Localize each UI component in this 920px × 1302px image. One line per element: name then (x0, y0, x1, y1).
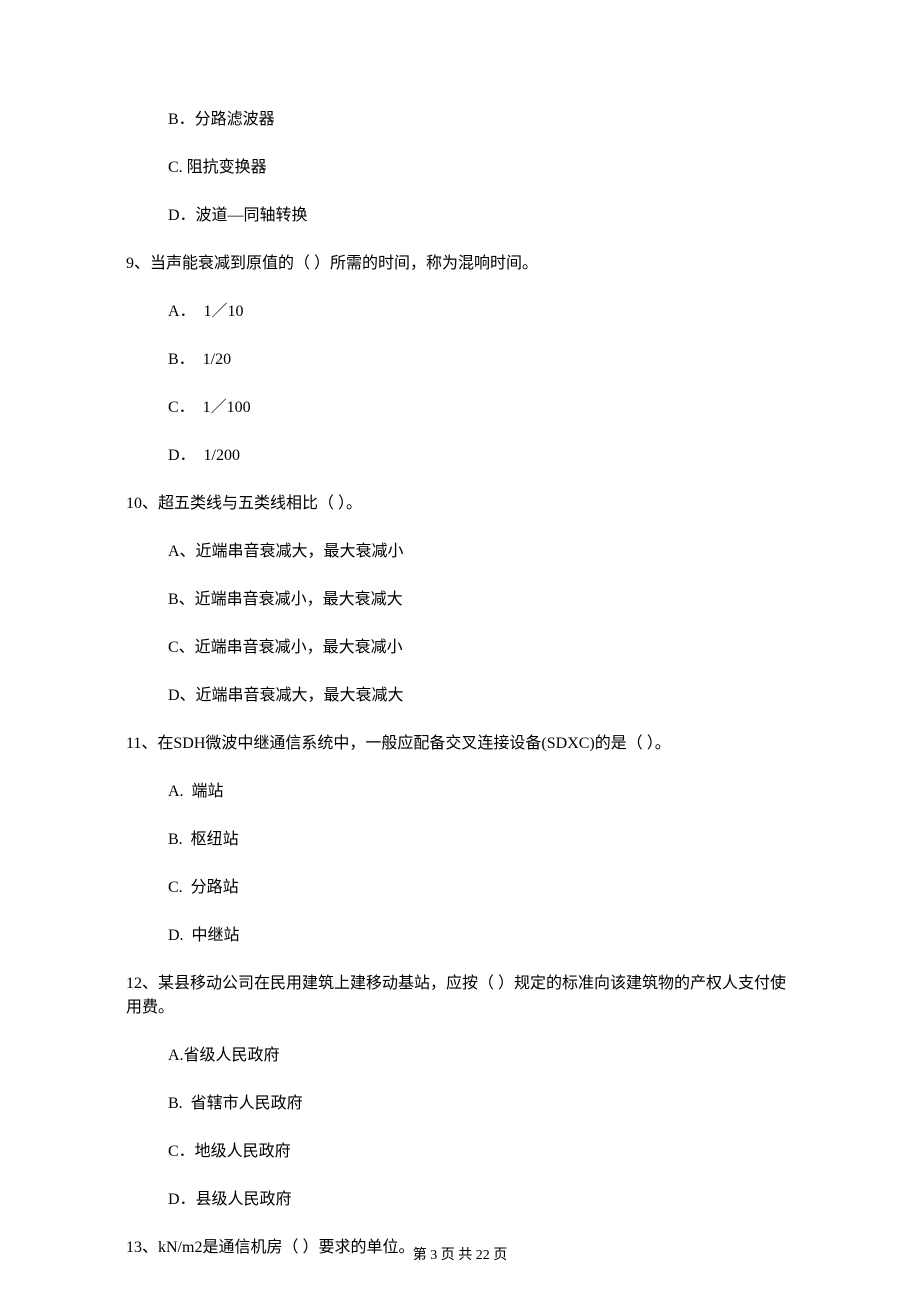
q10-option-b: B、近端串音衰减小，最大衰减大 (126, 588, 794, 612)
option-text: B、近端串音衰减小，最大衰减大 (168, 591, 403, 608)
q8-option-b: B．分路滤波器 (126, 108, 794, 132)
q11-option-b: B. 枢纽站 (126, 828, 794, 852)
q10-text: 10、超五类线与五类线相比（ ）。 (126, 492, 794, 516)
q11-option-c: C. 分路站 (126, 876, 794, 900)
option-text: B. 枢纽站 (168, 831, 239, 848)
q12-option-b: B. 省辖市人民政府 (126, 1092, 794, 1116)
option-text: B． 1/20 (168, 351, 231, 368)
option-text: B. 省辖市人民政府 (168, 1095, 303, 1112)
option-text: D．县级人民政府 (168, 1191, 292, 1208)
q9-option-b: B． 1/20 (126, 348, 794, 372)
option-text: A、近端串音衰减大，最大衰减小 (168, 543, 404, 560)
option-text: A． 1／10 (168, 303, 244, 320)
option-text: C. 阻抗变换器 (168, 159, 267, 176)
q9-option-d: D． 1/200 (126, 444, 794, 468)
q12-option-c: C．地级人民政府 (126, 1140, 794, 1164)
q12-text: 12、某县移动公司在民用建筑上建移动基站，应按（ ）规定的标准向该建筑物的产权人… (126, 972, 794, 1020)
option-text: C． 1／100 (168, 399, 251, 416)
option-text: A. 端站 (168, 783, 224, 800)
q10-option-d: D、近端串音衰减大，最大衰减大 (126, 684, 794, 708)
q11-option-d: D. 中继站 (126, 924, 794, 948)
q9-text: 9、当声能衰减到原值的（ ）所需的时间，称为混响时间。 (126, 252, 794, 276)
option-text: D. 中继站 (168, 927, 240, 944)
option-text: D、近端串音衰减大，最大衰减大 (168, 687, 404, 704)
page-content: B．分路滤波器 C. 阻抗变换器 D．波道—同轴转换 9、当声能衰减到原值的（ … (0, 0, 920, 1260)
option-text: C、近端串音衰减小，最大衰减小 (168, 639, 403, 656)
q12-option-a: A.省级人民政府 (126, 1044, 794, 1068)
option-text: B．分路滤波器 (168, 111, 275, 128)
option-text: C．地级人民政府 (168, 1143, 291, 1160)
q8-option-d: D．波道—同轴转换 (126, 204, 794, 228)
page-footer: 第 3 页 共 22 页 (0, 1245, 920, 1266)
option-text: A.省级人民政府 (168, 1047, 280, 1064)
q10-option-c: C、近端串音衰减小，最大衰减小 (126, 636, 794, 660)
option-text: C. 分路站 (168, 879, 239, 896)
q12-option-d: D．县级人民政府 (126, 1188, 794, 1212)
q8-option-c: C. 阻抗变换器 (126, 156, 794, 180)
q9-option-a: A． 1／10 (126, 300, 794, 324)
q11-option-a: A. 端站 (126, 780, 794, 804)
q9-option-c: C． 1／100 (126, 396, 794, 420)
option-text: D．波道—同轴转换 (168, 207, 308, 224)
option-text: D． 1/200 (168, 447, 240, 464)
q11-text: 11、在SDH微波中继通信系统中，一般应配备交叉连接设备(SDXC)的是（ ）。 (126, 732, 794, 756)
q10-option-a: A、近端串音衰减大，最大衰减小 (126, 540, 794, 564)
